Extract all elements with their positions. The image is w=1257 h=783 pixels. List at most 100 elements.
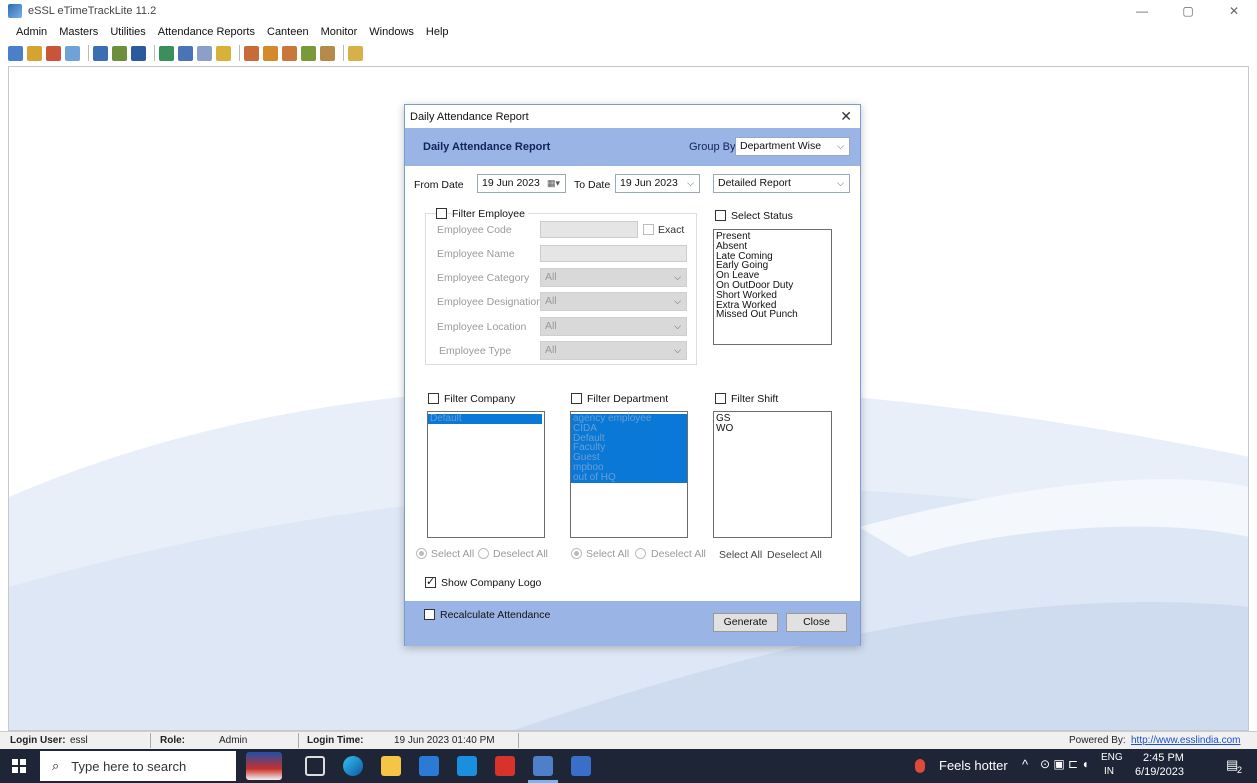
close-window-button[interactable]: ✕ xyxy=(1211,0,1257,22)
company-select-all-radio[interactable] xyxy=(416,548,427,559)
shift-listbox[interactable]: GS WO xyxy=(713,411,832,538)
exact-label: Exact xyxy=(658,224,685,236)
website-link[interactable]: http://www.esslindia.com xyxy=(1131,735,1241,746)
to-date-picker[interactable]: 19 Jun 2023 ⌵ xyxy=(615,174,700,193)
filter-company-checkbox[interactable] xyxy=(428,393,439,404)
language-top[interactable]: ENG xyxy=(1101,752,1123,763)
recalculate-label: Recalculate Attendance xyxy=(440,609,551,621)
recalculate-checkbox[interactable] xyxy=(424,609,435,620)
window-controls: — ▢ ✕ xyxy=(1119,0,1257,22)
select-status-label: Select Status xyxy=(731,210,793,222)
taskbar-search[interactable]: ⌕ Type here to search xyxy=(40,751,236,781)
users-icon[interactable] xyxy=(8,45,23,61)
device-icon[interactable] xyxy=(301,45,316,61)
dialog-title-bar: Daily Attendance Report ✕ xyxy=(405,105,860,128)
filter-shift-checkbox[interactable] xyxy=(715,393,726,404)
mail-icon[interactable] xyxy=(457,756,477,776)
clock-date[interactable]: 6/19/2023 xyxy=(1135,766,1184,778)
close-button[interactable]: Close xyxy=(786,613,847,632)
language-bottom[interactable]: IN xyxy=(1104,766,1114,777)
menu-canteen[interactable]: Canteen xyxy=(267,26,309,38)
sync-icon[interactable] xyxy=(320,45,335,61)
menu-admin[interactable]: Admin xyxy=(16,26,47,38)
shift-select-all-link[interactable]: Select All xyxy=(719,549,762,561)
menu-masters[interactable]: Masters xyxy=(59,26,98,38)
employee-designation-select[interactable]: All ⌵ xyxy=(540,292,687,311)
department-deselect-all-radio[interactable] xyxy=(635,548,646,559)
show-company-logo-checkbox[interactable] xyxy=(425,575,436,588)
employee-location-select[interactable]: All ⌵ xyxy=(540,317,687,336)
calendar-icon[interactable] xyxy=(178,45,193,61)
window-icon[interactable] xyxy=(65,45,80,61)
filter-department-checkbox[interactable] xyxy=(571,393,582,404)
maximize-button[interactable]: ▢ xyxy=(1165,0,1211,22)
department-listbox[interactable]: agency employee CIDA Default Faculty Gue… xyxy=(570,411,688,538)
employee-type-value: All xyxy=(545,344,557,356)
menu-monitor[interactable]: Monitor xyxy=(321,26,358,38)
task-view-icon[interactable] xyxy=(305,756,325,776)
logout-icon[interactable] xyxy=(46,45,61,61)
database-icon[interactable] xyxy=(348,45,363,61)
chevron-up-icon[interactable]: ^ xyxy=(1022,757,1028,772)
menu-help[interactable]: Help xyxy=(426,26,449,38)
minimize-button[interactable]: — xyxy=(1119,0,1165,22)
tray-icons[interactable]: ⊙ ▣ ⊏ ◖ xyxy=(1040,757,1089,771)
shift-deselect-all-link[interactable]: Deselect All xyxy=(767,549,822,561)
file-explorer-icon[interactable] xyxy=(381,756,401,776)
settings-icon[interactable] xyxy=(282,45,297,61)
list-item[interactable]: Default xyxy=(428,414,542,424)
list-item[interactable]: Missed Out Punch xyxy=(714,310,831,320)
key-icon[interactable] xyxy=(27,45,42,61)
filter-employee-checkbox[interactable] xyxy=(436,208,447,219)
group-by-value: Department Wise xyxy=(740,140,822,152)
employee-code-label: Employee Code xyxy=(437,224,512,236)
list-item[interactable]: WO xyxy=(714,423,831,434)
exact-checkbox[interactable] xyxy=(643,224,654,235)
employee-location-label: Employee Location xyxy=(437,321,527,333)
employee-code-input[interactable] xyxy=(540,221,638,238)
dialog-close-icon[interactable]: ✕ xyxy=(840,108,852,125)
tree-icon[interactable] xyxy=(112,45,127,61)
building-icon[interactable] xyxy=(131,45,146,61)
group-by-label: Group By xyxy=(689,141,736,153)
gear-icon[interactable] xyxy=(263,45,278,61)
select-status-checkbox[interactable] xyxy=(715,210,726,221)
employee-type-select[interactable]: All ⌵ xyxy=(540,341,687,360)
weather-text[interactable]: Feels hotter xyxy=(939,758,1008,773)
notepad-icon[interactable] xyxy=(571,756,591,776)
generate-button[interactable]: Generate xyxy=(713,613,778,632)
chevron-down-icon: ⌵ xyxy=(687,178,694,188)
note-icon[interactable] xyxy=(216,45,231,61)
report-type-select[interactable]: Detailed Report ⌵ xyxy=(713,174,850,193)
menubar: Admin Masters Utilities Attendance Repor… xyxy=(0,22,1257,42)
company-deselect-all-radio[interactable] xyxy=(478,548,489,559)
report-icon[interactable] xyxy=(159,45,174,61)
dialog-title: Daily Attendance Report xyxy=(410,110,529,123)
from-date-value: 19 Jun 2023 xyxy=(482,177,540,189)
company-listbox[interactable]: Default xyxy=(427,411,545,538)
company-deselect-all-label: Deselect All xyxy=(493,548,548,560)
from-date-picker[interactable]: 19 Jun 2023 ▦▾ xyxy=(477,174,566,193)
employee-name-input[interactable] xyxy=(540,245,687,262)
windows-start-icon[interactable] xyxy=(12,759,26,773)
chart-icon[interactable] xyxy=(197,45,212,61)
menu-utilities[interactable]: Utilities xyxy=(110,26,145,38)
flag-widget-icon[interactable] xyxy=(246,752,282,780)
menu-attendance-reports[interactable]: Attendance Reports xyxy=(158,26,255,38)
etimetrack-taskbar-icon[interactable] xyxy=(533,756,553,776)
clock-time[interactable]: 2:45 PM xyxy=(1143,752,1184,764)
grid-icon[interactable] xyxy=(93,45,108,61)
list-item[interactable]: out of HQ xyxy=(571,472,687,483)
department-select-all-radio[interactable] xyxy=(571,548,582,559)
thermometer-icon xyxy=(915,759,925,773)
store-icon[interactable] xyxy=(419,756,439,776)
menu-windows[interactable]: Windows xyxy=(369,26,414,38)
status-separator xyxy=(298,733,299,748)
daily-attendance-dialog: Daily Attendance Report ✕ Daily Attendan… xyxy=(404,104,861,646)
acrobat-icon[interactable] xyxy=(495,756,515,776)
employee-category-select[interactable]: All ⌵ xyxy=(540,268,687,287)
status-listbox[interactable]: Present Absent Late Coming Early Going O… xyxy=(713,229,832,345)
group-by-select[interactable]: Department Wise ⌵ xyxy=(735,137,850,156)
tools-icon[interactable] xyxy=(244,45,259,61)
edge-browser-icon[interactable] xyxy=(343,756,363,776)
